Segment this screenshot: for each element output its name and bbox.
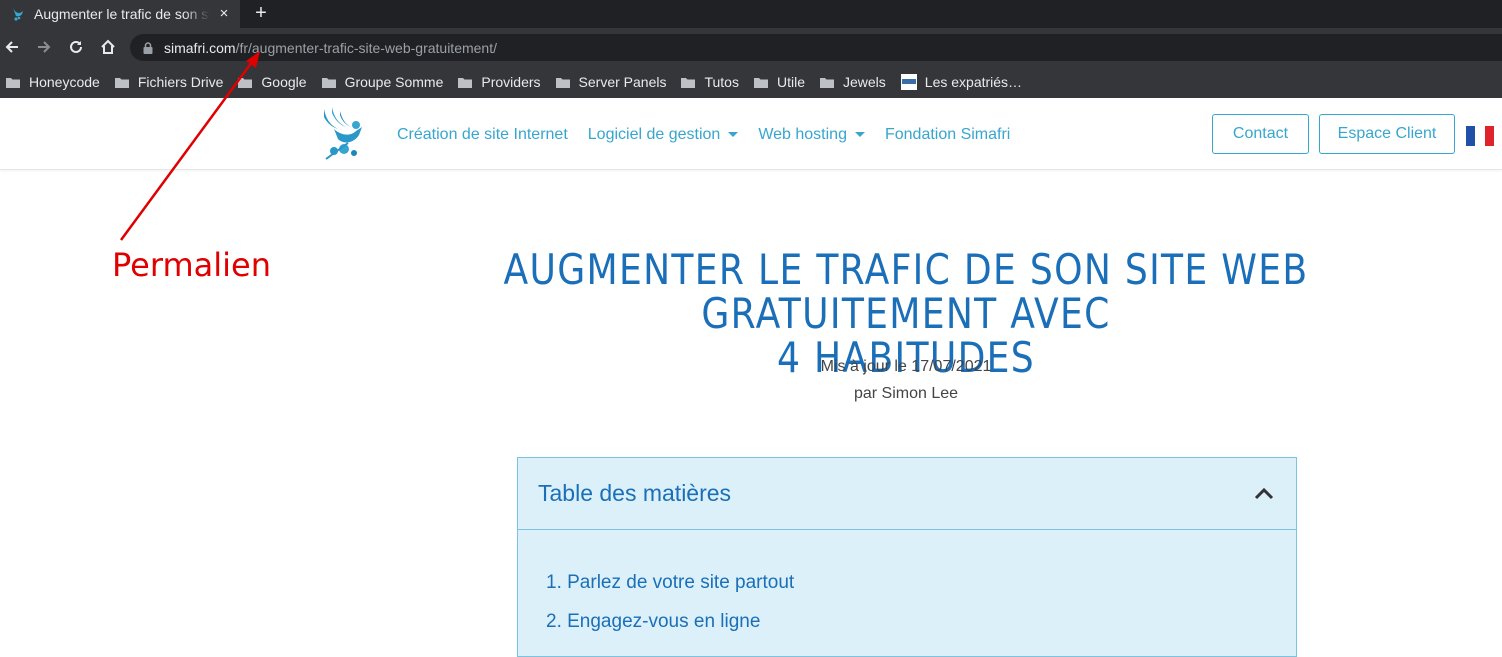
bookmark-label: Fichiers Drive xyxy=(137,74,224,90)
bookmark-label: Les expatriés… xyxy=(924,74,1023,90)
folder-icon xyxy=(238,77,253,88)
bookmark-item[interactable]: Providers xyxy=(458,74,541,90)
toc-list: 1. Parlez de votre site partout 2. Engage… xyxy=(518,530,1296,650)
folder-icon xyxy=(555,77,570,88)
bookmark-item[interactable]: Google xyxy=(238,74,307,90)
folder-icon xyxy=(321,77,336,88)
main-menu: Création de site Internet Logiciel de ges… xyxy=(397,99,1030,170)
flag-fr-icon[interactable] xyxy=(1466,126,1494,146)
menu-item[interactable]: Fondation Simafri xyxy=(885,126,1010,144)
chevron-up-icon[interactable] xyxy=(1252,482,1276,506)
annotation-label: Permalien xyxy=(112,246,271,284)
bookmarks-bar: Honeycode Fichiers Drive Google Groupe Somm… xyxy=(0,66,1502,98)
bookmark-label: Google xyxy=(261,74,307,90)
site-favicon xyxy=(900,74,917,90)
reload-icon xyxy=(70,40,82,53)
bookmark-label: Honeycode xyxy=(29,74,100,90)
menu-item-label: Fondation Simafri xyxy=(884,125,1011,143)
article-title-line1: AUGMENTER LE TRAFIC DE SON SITE WEB GRAT… xyxy=(503,245,1309,338)
lock-icon xyxy=(142,41,154,55)
folder-icon xyxy=(6,77,20,88)
bookmark-label: Providers xyxy=(481,74,541,90)
tab-title: Augmenter le trafic de son site web grat… xyxy=(34,6,210,22)
contact-button[interactable]: Contact xyxy=(1212,114,1309,154)
menu-item-label: Création de site Internet xyxy=(397,125,568,143)
bookmark-item[interactable]: Les expatriés… xyxy=(900,74,1023,90)
bookmark-item[interactable]: Tutos xyxy=(681,74,739,90)
menu-item-label: Web hosting xyxy=(758,125,847,143)
bookmark-item[interactable]: Honeycode xyxy=(6,74,100,90)
address-bar[interactable]: simafri.com/fr/augmenter-trafic-site-web… xyxy=(130,34,1502,61)
bookmark-label: Tutos xyxy=(704,74,739,90)
folder-icon xyxy=(114,77,129,88)
simafri-favicon-icon xyxy=(10,6,26,22)
forward-button[interactable] xyxy=(34,37,54,57)
browser-tab-active[interactable]: Augmenter le trafic de son site web grat… xyxy=(0,0,240,28)
home-button[interactable] xyxy=(98,37,118,57)
bookmark-item[interactable]: Jewels xyxy=(819,74,886,90)
browser-tab-strip: Augmenter le trafic de son site web grat… xyxy=(0,0,1502,28)
bookmark-item[interactable]: Fichiers Drive xyxy=(114,74,224,90)
toc-header[interactable]: Table des matières xyxy=(518,458,1296,530)
tab-close-icon[interactable]: × xyxy=(216,6,232,22)
client-area-button[interactable]: Espace Client xyxy=(1319,114,1455,154)
folder-icon xyxy=(753,77,768,88)
menu-item[interactable]: Logiciel de gestion xyxy=(588,126,739,144)
menu-item-label: Logiciel de gestion xyxy=(587,125,721,143)
menu-item[interactable]: Création de site Internet xyxy=(397,126,568,144)
bookmark-item[interactable]: Groupe Somme xyxy=(321,74,444,90)
table-of-contents: Table des matières 1. Parlez de votre si… xyxy=(517,457,1297,657)
arrow-right-icon xyxy=(38,41,51,53)
reload-button[interactable] xyxy=(66,37,86,57)
caret-down-icon xyxy=(854,132,865,137)
updated-date: Mis à jour le 17/07/2021 xyxy=(820,358,992,375)
folder-icon xyxy=(819,77,834,88)
url-path: /fr/augmenter-trafic-site-web-gratuiteme… xyxy=(235,39,497,56)
home-icon xyxy=(101,39,115,54)
toc-title: Table des matières xyxy=(538,480,732,506)
bookmark-item[interactable]: Server Panels xyxy=(555,74,667,90)
simafri-logo[interactable] xyxy=(318,105,374,163)
folder-icon xyxy=(681,77,696,88)
bookmark-label: Groupe Somme xyxy=(344,74,444,90)
menu-item[interactable]: Web hosting xyxy=(758,126,865,144)
new-tab-button[interactable]: + xyxy=(250,2,272,24)
caret-down-icon xyxy=(728,132,739,137)
url-host: simafri.com xyxy=(164,39,236,56)
bookmark-label: Jewels xyxy=(842,74,886,90)
bookmark-label: Server Panels xyxy=(578,74,667,90)
bookmark-item[interactable]: Utile xyxy=(753,74,805,90)
back-button[interactable] xyxy=(2,37,22,57)
author-byline: par Simon Lee xyxy=(853,385,959,402)
bookmark-label: Utile xyxy=(776,74,805,90)
folder-icon xyxy=(458,77,473,88)
arrow-left-icon xyxy=(5,41,18,53)
site-header: Création de site Internet Logiciel de ges… xyxy=(0,99,1502,170)
toc-item[interactable]: 2. Engagez-vous en ligne xyxy=(546,611,1296,650)
toc-item[interactable]: 1. Parlez de votre site partout xyxy=(546,572,1296,611)
